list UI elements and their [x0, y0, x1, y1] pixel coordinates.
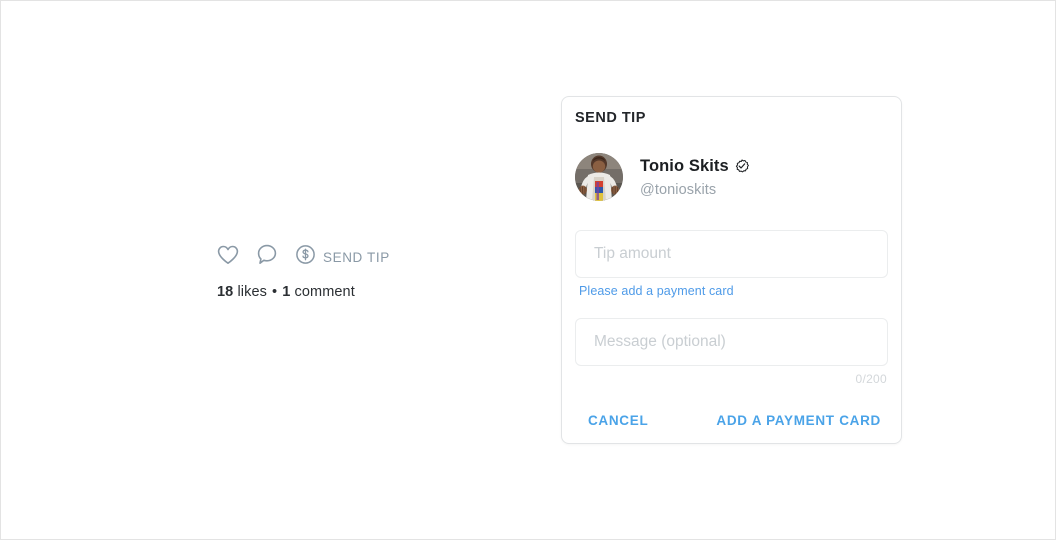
post-action-row: SEND TIP	[217, 244, 537, 270]
creator-text: Tonio Skits @tonioskits	[640, 157, 750, 198]
avatar	[575, 153, 623, 201]
likes-label: likes	[237, 284, 267, 300]
post-action-bar: SEND TIP 18 likes • 1 comment	[217, 244, 537, 300]
creator-name-row: Tonio Skits	[640, 157, 750, 177]
payment-card-hint[interactable]: Please add a payment card	[579, 284, 734, 298]
like-button[interactable]	[217, 245, 239, 270]
tip-amount-input[interactable]	[575, 230, 888, 278]
dialog-actions: CANCEL ADD A PAYMENT CARD	[580, 407, 889, 434]
creator-name: Tonio Skits	[640, 157, 729, 175]
user-photo-avatar	[575, 153, 623, 201]
creator-row: Tonio Skits @tonioskits	[575, 153, 750, 201]
likes-count: 18	[217, 284, 234, 300]
add-payment-card-button[interactable]: ADD A PAYMENT CARD	[708, 407, 889, 434]
dialog-title: SEND TIP	[575, 110, 646, 126]
message-input[interactable]	[575, 318, 888, 366]
cancel-button[interactable]: CANCEL	[580, 407, 656, 434]
send-tip-button[interactable]: SEND TIP	[295, 244, 390, 270]
verified-badge-icon	[734, 158, 750, 175]
post-stats: 18 likes • 1 comment	[217, 284, 537, 300]
send-tip-label: SEND TIP	[323, 249, 390, 265]
character-counter: 0/200	[855, 372, 887, 386]
comment-button[interactable]	[257, 244, 277, 270]
comments-label: comment	[294, 284, 355, 300]
send-tip-dialog: SEND TIP Tonio Skits @tonioskits Tip amo…	[561, 96, 902, 444]
dollar-circle-icon	[295, 244, 316, 270]
comment-bubble-icon	[257, 244, 277, 270]
stats-separator: •	[272, 284, 278, 300]
creator-handle: @tonioskits	[640, 181, 717, 198]
heart-outline-icon	[217, 245, 239, 270]
page-root: SEND TIP 18 likes • 1 comment SEND TIP T…	[0, 0, 1056, 540]
